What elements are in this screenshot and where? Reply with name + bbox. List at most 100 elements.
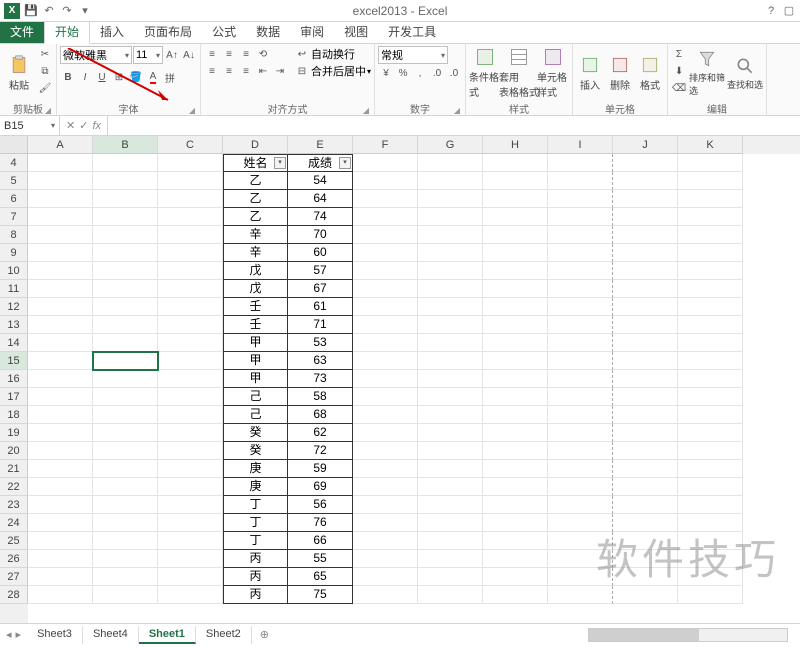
cell[interactable]: [678, 244, 743, 262]
cell[interactable]: [28, 586, 93, 604]
cell[interactable]: [483, 298, 548, 316]
phonetic-icon[interactable]: 拼: [162, 69, 178, 85]
indent-increase-icon[interactable]: ⇥: [272, 63, 288, 79]
cell[interactable]: [158, 298, 223, 316]
fill-icon[interactable]: ⬇: [671, 63, 687, 79]
cell[interactable]: [678, 568, 743, 586]
cell[interactable]: 己: [223, 406, 288, 424]
autosum-icon[interactable]: Σ: [671, 46, 687, 62]
cell[interactable]: [158, 370, 223, 388]
cell[interactable]: [28, 208, 93, 226]
sheet-tab[interactable]: Sheet3: [27, 626, 83, 644]
cell-styles-button[interactable]: 单元格样式: [537, 46, 569, 100]
cell[interactable]: [93, 442, 158, 460]
cell[interactable]: 乙: [223, 190, 288, 208]
cell[interactable]: [418, 370, 483, 388]
cell[interactable]: [548, 208, 613, 226]
scrollbar-thumb[interactable]: [589, 629, 699, 641]
cell[interactable]: 乙: [223, 172, 288, 190]
cell[interactable]: [28, 568, 93, 586]
cell[interactable]: [158, 424, 223, 442]
font-name-select[interactable]: 微软雅黑▾: [60, 46, 132, 64]
cell[interactable]: 72: [288, 442, 353, 460]
cell[interactable]: [483, 316, 548, 334]
cell[interactable]: [28, 190, 93, 208]
row-header[interactable]: 28: [0, 586, 28, 604]
cell[interactable]: [418, 550, 483, 568]
cell[interactable]: [418, 298, 483, 316]
cell[interactable]: [158, 334, 223, 352]
sheet-tab[interactable]: Sheet4: [83, 626, 139, 644]
cell[interactable]: 甲: [223, 370, 288, 388]
cell[interactable]: [28, 262, 93, 280]
cell[interactable]: [678, 172, 743, 190]
row-header[interactable]: 5: [0, 172, 28, 190]
cell[interactable]: [418, 226, 483, 244]
row-header[interactable]: 15: [0, 352, 28, 370]
cell[interactable]: [28, 388, 93, 406]
cell[interactable]: [28, 154, 93, 172]
cell[interactable]: [613, 208, 678, 226]
cell[interactable]: [548, 388, 613, 406]
cell[interactable]: [353, 226, 418, 244]
cell[interactable]: [28, 514, 93, 532]
cell[interactable]: [353, 514, 418, 532]
increase-decimal-icon[interactable]: .0: [429, 65, 445, 81]
cell[interactable]: [353, 280, 418, 298]
comma-icon[interactable]: ,: [412, 65, 428, 81]
cell[interactable]: 71: [288, 316, 353, 334]
cell[interactable]: [678, 280, 743, 298]
align-middle-icon[interactable]: ≡: [221, 46, 237, 62]
tab-page-layout[interactable]: 页面布局: [134, 20, 202, 43]
cell[interactable]: 癸: [223, 442, 288, 460]
row-header[interactable]: 9: [0, 244, 28, 262]
tab-view[interactable]: 视图: [334, 20, 378, 43]
cell[interactable]: [353, 190, 418, 208]
cell[interactable]: [678, 262, 743, 280]
cell[interactable]: [548, 496, 613, 514]
cell[interactable]: [483, 280, 548, 298]
cell[interactable]: [418, 334, 483, 352]
cell[interactable]: [93, 370, 158, 388]
cell[interactable]: [353, 442, 418, 460]
tab-review[interactable]: 审阅: [290, 20, 334, 43]
cell[interactable]: [548, 460, 613, 478]
cell[interactable]: [93, 514, 158, 532]
cell[interactable]: 68: [288, 406, 353, 424]
cell[interactable]: [613, 244, 678, 262]
cell[interactable]: [678, 208, 743, 226]
select-all-corner[interactable]: [0, 136, 28, 154]
tab-file[interactable]: 文件: [0, 20, 44, 43]
column-header-G[interactable]: G: [418, 136, 483, 154]
cell[interactable]: [93, 460, 158, 478]
cell[interactable]: [678, 298, 743, 316]
cell[interactable]: [483, 172, 548, 190]
cell[interactable]: [353, 370, 418, 388]
row-header[interactable]: 17: [0, 388, 28, 406]
cell[interactable]: [483, 514, 548, 532]
cell[interactable]: [548, 298, 613, 316]
cell[interactable]: [158, 172, 223, 190]
row-header[interactable]: 14: [0, 334, 28, 352]
cell[interactable]: [678, 586, 743, 604]
border-icon[interactable]: ⊞: [111, 69, 127, 85]
cell[interactable]: 65: [288, 568, 353, 586]
cell[interactable]: [418, 244, 483, 262]
dialog-launcher-icon[interactable]: ◢: [363, 106, 369, 115]
cell[interactable]: [548, 370, 613, 388]
cell[interactable]: [483, 478, 548, 496]
cell[interactable]: 癸: [223, 424, 288, 442]
cell[interactable]: [483, 442, 548, 460]
cell[interactable]: 73: [288, 370, 353, 388]
cell[interactable]: [93, 550, 158, 568]
cell[interactable]: [483, 550, 548, 568]
cell[interactable]: [353, 568, 418, 586]
cell[interactable]: 辛: [223, 244, 288, 262]
cell[interactable]: [418, 514, 483, 532]
cell[interactable]: [548, 154, 613, 172]
cell[interactable]: [353, 496, 418, 514]
cell[interactable]: [483, 154, 548, 172]
cell[interactable]: [28, 424, 93, 442]
cell[interactable]: 57: [288, 262, 353, 280]
align-center-icon[interactable]: ≡: [221, 63, 237, 79]
